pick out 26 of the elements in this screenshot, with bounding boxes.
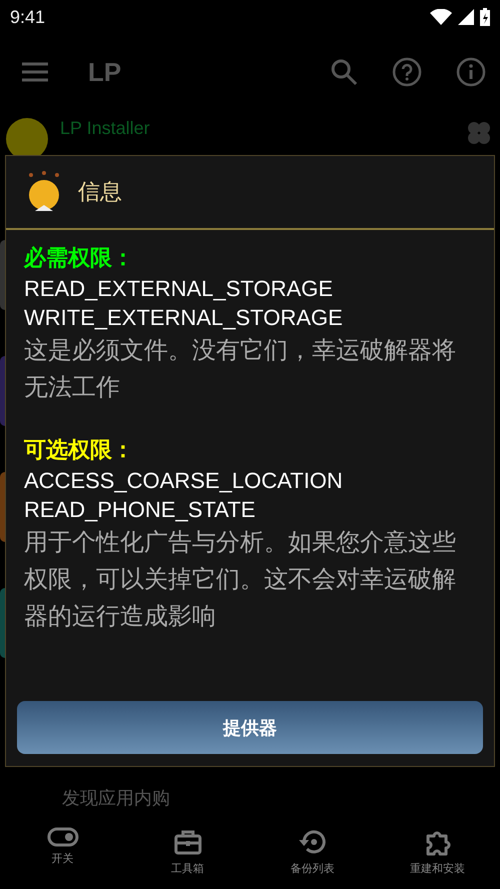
toggle-icon bbox=[46, 827, 78, 847]
permission-name: READ_PHONE_STATE bbox=[24, 496, 256, 524]
permission-description: 这是必须文件。没有它们，幸运破解器将无法工作 bbox=[24, 335, 457, 403]
permission-name: ACCESS_COARSE_LOCATION bbox=[24, 467, 344, 495]
permission-name: WRITE_EXTERNAL_STORAGE bbox=[24, 304, 344, 332]
battery-icon bbox=[480, 8, 490, 26]
app-name: LP Installer bbox=[60, 118, 151, 139]
app-detail: 发现应用内购 bbox=[62, 787, 170, 811]
nav-tab[interactable]: 工具箱 bbox=[125, 825, 250, 889]
info-icon[interactable] bbox=[456, 57, 486, 87]
help-icon[interactable] bbox=[392, 57, 422, 87]
permission-description: 用于个性化广告与分析。如果您介意这些权限，可以关掉它们。这不会对幸运破解器的运行造成影响 bbox=[24, 527, 457, 632]
clock: 9:41 bbox=[10, 6, 46, 28]
section-heading: 可选权限： bbox=[24, 437, 135, 465]
provider-button[interactable]: 提供器 bbox=[17, 701, 483, 754]
section-heading: 必需权限： bbox=[24, 245, 135, 273]
permission-name: READ_EXTERNAL_STORAGE bbox=[24, 275, 334, 303]
dialog-title: 信息 bbox=[78, 179, 122, 207]
wifi-icon bbox=[430, 9, 452, 25]
signal-icon bbox=[458, 9, 474, 25]
nav-tab[interactable]: 备份列表 bbox=[250, 825, 375, 889]
menu-icon[interactable] bbox=[22, 62, 48, 82]
search-icon[interactable] bbox=[330, 58, 358, 86]
app-title: LP bbox=[88, 56, 122, 88]
nav-tab[interactable]: 重建和安装 bbox=[375, 825, 500, 889]
nav-tab[interactable]: 开关 bbox=[0, 825, 125, 889]
